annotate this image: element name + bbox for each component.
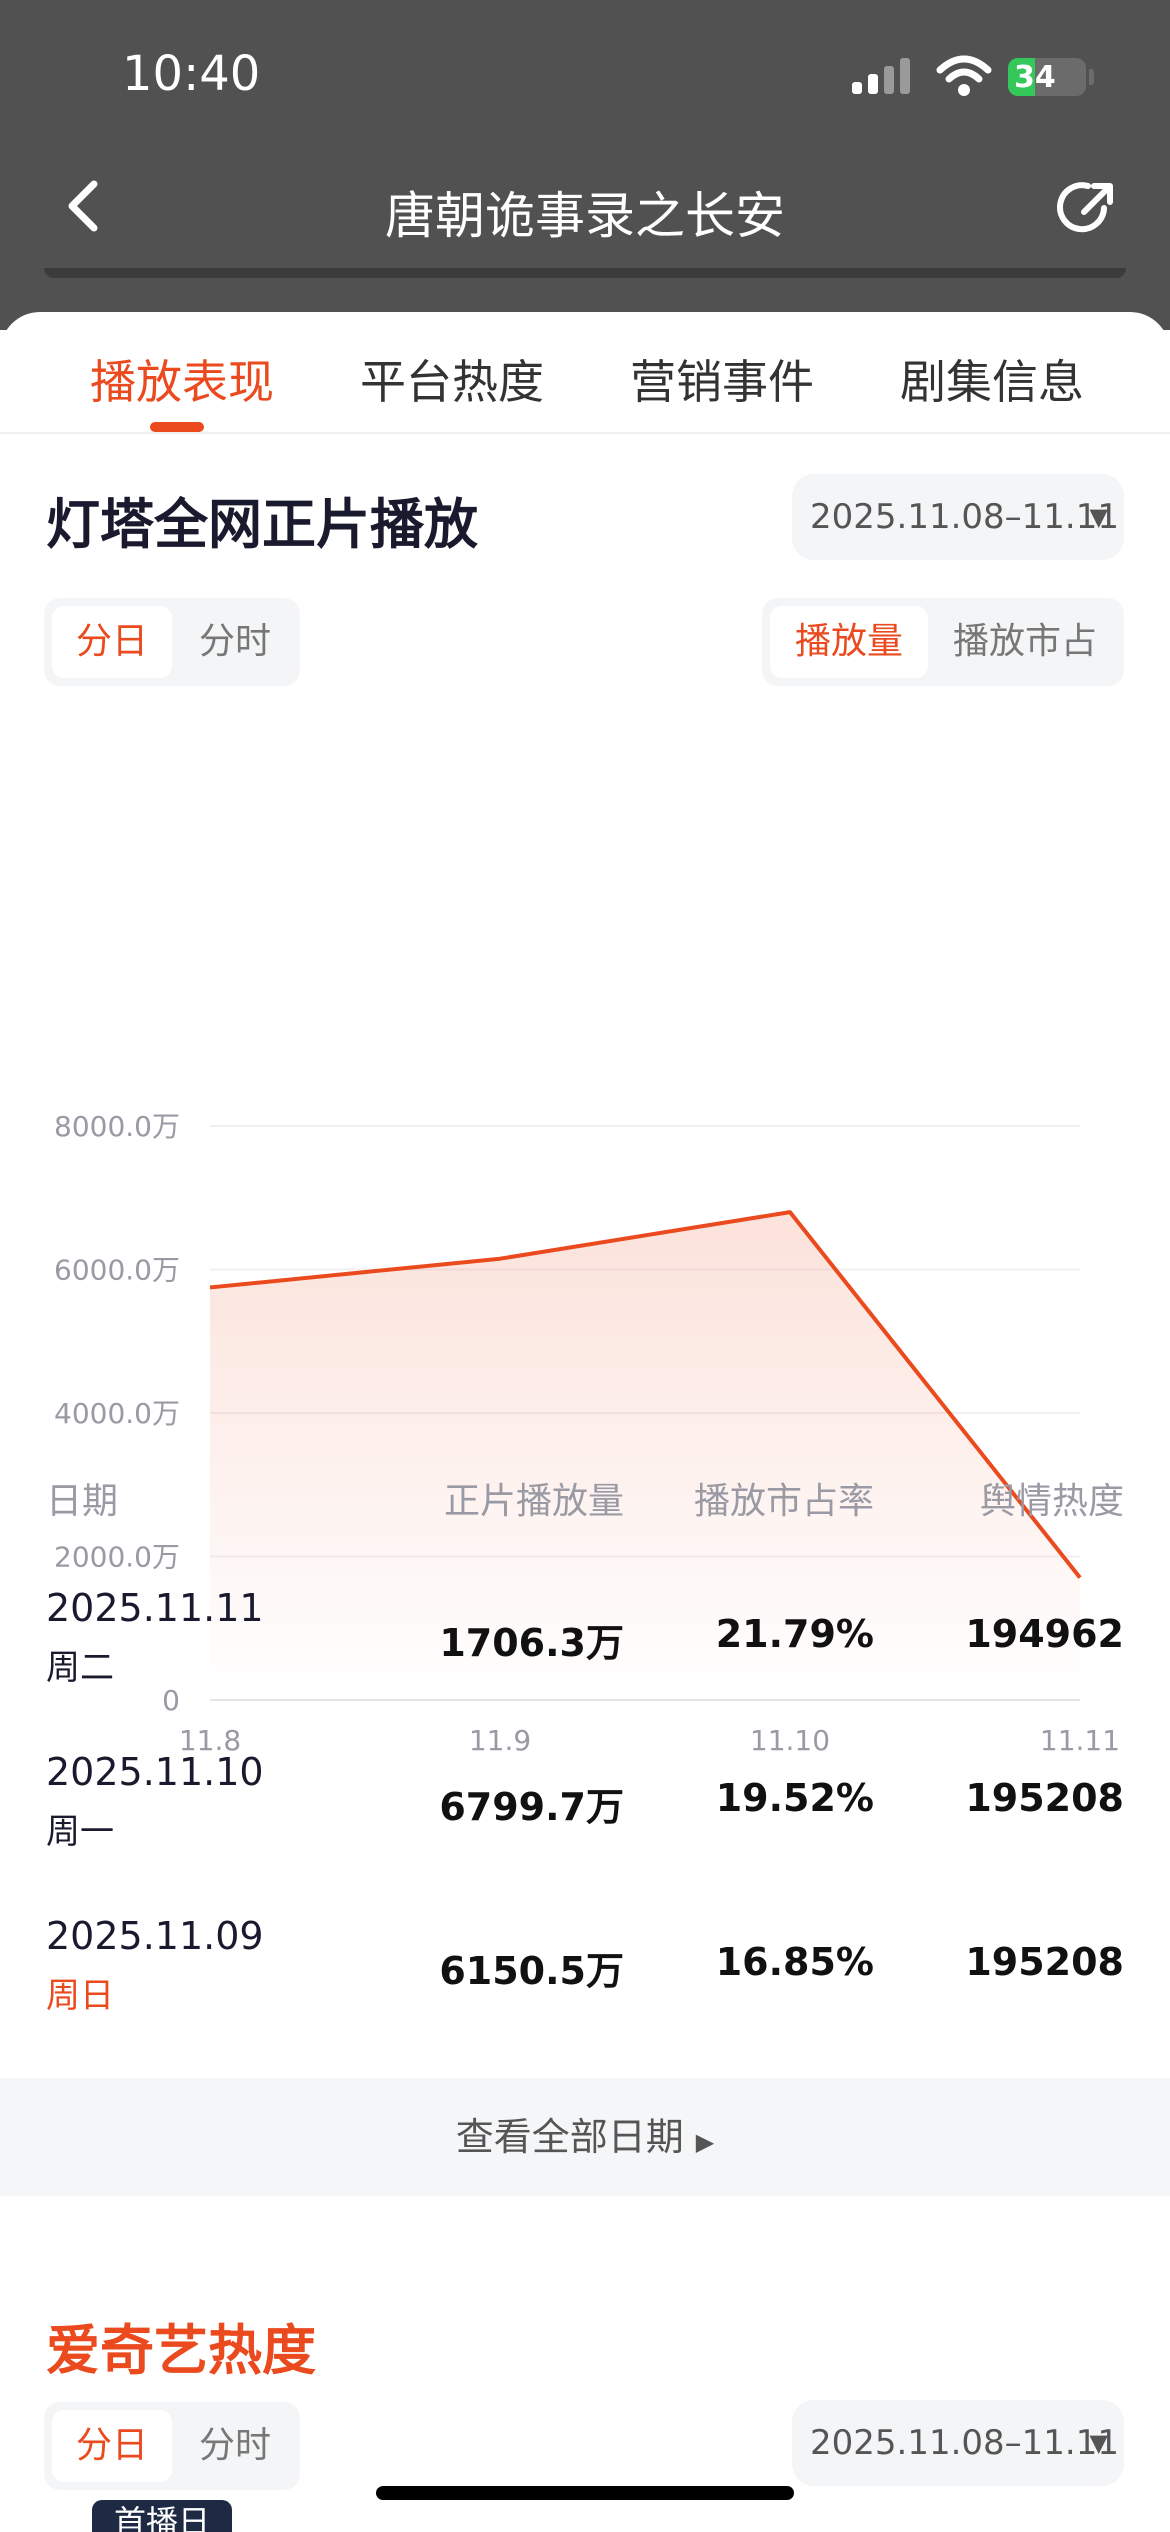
granularity-toggle: 分日 分时: [44, 598, 300, 686]
wifi-icon: [936, 55, 992, 96]
toggle-hour[interactable]: 分时: [178, 606, 292, 678]
view-all-dates-button[interactable]: 查看全部日期 ▶: [0, 2078, 1170, 2196]
col-header-heat: 舆情热度: [979, 1481, 1124, 1522]
home-indicator: [376, 2486, 794, 2500]
cellular-signal-icon: [852, 58, 910, 94]
tab-marketing[interactable]: 营销事件: [630, 346, 814, 412]
date-range-select[interactable]: 2025.11.08–11.11 ▼: [792, 474, 1124, 560]
content-sheet: 播放表现 平台热度 营销事件 剧集信息 灯塔全网正片播放 2025.11.08–…: [0, 312, 1170, 2532]
dropdown-caret-icon: ▼: [1089, 503, 1108, 531]
row-share: 21.79%: [715, 1612, 874, 1656]
table-row[interactable]: 2025.11.11 周二 1706.3万 21.79% 194962: [0, 1586, 1170, 1750]
toggle-plays[interactable]: 播放量: [770, 606, 928, 678]
section-title-iqiyi: 爱奇艺热度: [46, 2319, 316, 2382]
row-share: 19.52%: [715, 1776, 874, 1820]
row-weekday: 周二: [46, 1648, 114, 1688]
col-header-plays: 正片播放量: [443, 1481, 624, 1522]
dropdown-caret-icon: ▼: [1089, 2429, 1108, 2457]
iqiyi-date-range-select[interactable]: 2025.11.08–11.11 ▼: [792, 2400, 1124, 2486]
iqiyi-toggle-hour[interactable]: 分时: [178, 2410, 292, 2482]
table-row[interactable]: 2025.11.10 周一 6799.7万 19.52% 195208: [0, 1750, 1170, 1914]
row-weekday: 周日: [46, 1976, 114, 2016]
date-range-value: 2025.11.08–11.11: [810, 497, 1120, 537]
metric-toggle: 播放量 播放市占: [762, 598, 1124, 686]
y-tick-label: 8000.0万: [54, 1110, 180, 1143]
row-date: 2025.11.10: [46, 1750, 264, 1794]
status-time: 10:40: [122, 46, 261, 102]
tab-playback[interactable]: 播放表现: [90, 346, 274, 412]
tab-platform-heat[interactable]: 平台热度: [360, 346, 544, 412]
iqiyi-granularity-toggle: 分日 分时: [44, 2402, 300, 2490]
row-plays: 1706.3万: [439, 1621, 624, 1665]
battery-cap: [1089, 69, 1094, 85]
iqiyi-date-range-value: 2025.11.08–11.11: [810, 2423, 1120, 2463]
y-tick-label: 2000.0万: [54, 1541, 180, 1574]
y-tick-label: 6000.0万: [54, 1254, 180, 1287]
row-share: 16.85%: [715, 1940, 874, 1984]
toggle-share[interactable]: 播放市占: [934, 606, 1116, 678]
section-title-playback: 灯塔全网正片播放: [46, 493, 478, 556]
tab-bar: 播放表现 平台热度 营销事件 剧集信息: [0, 312, 1170, 434]
tab-series-info[interactable]: 剧集信息: [900, 346, 1084, 412]
row-date: 2025.11.09: [46, 1914, 264, 1958]
battery-icon: 34: [1008, 58, 1086, 96]
row-heat: 195208: [965, 1940, 1124, 1984]
header-divider: [44, 268, 1126, 278]
y-tick-label: 4000.0万: [54, 1397, 180, 1430]
iqiyi-toggle-day[interactable]: 分日: [52, 2410, 172, 2482]
premiere-badge: 首播日: [92, 2500, 232, 2532]
status-nav-bar: 10:40 34 唐朝诡事录之长安: [0, 0, 1170, 330]
play-arrow-icon: ▶: [695, 2128, 715, 2156]
table-row[interactable]: 2025.11.09 周日 6150.5万 16.85% 195208: [0, 1914, 1170, 2078]
page-title: 唐朝诡事录之长安: [385, 187, 785, 245]
row-weekday: 周一: [46, 1812, 114, 1852]
col-header-date: 日期: [46, 1481, 119, 1522]
row-plays: 6799.7万: [439, 1785, 624, 1829]
battery-percent: 34: [1014, 60, 1056, 95]
row-date: 2025.11.11: [46, 1586, 264, 1630]
col-header-share: 播放市占率: [693, 1481, 874, 1522]
active-tab-indicator: [150, 422, 204, 432]
toggle-day[interactable]: 分日: [52, 606, 172, 678]
share-icon[interactable]: [1056, 176, 1120, 240]
view-all-label: 查看全部日期: [455, 2115, 684, 2159]
row-heat: 195208: [965, 1776, 1124, 1820]
row-heat: 194962: [965, 1612, 1124, 1656]
row-plays: 6150.5万: [439, 1949, 624, 1993]
